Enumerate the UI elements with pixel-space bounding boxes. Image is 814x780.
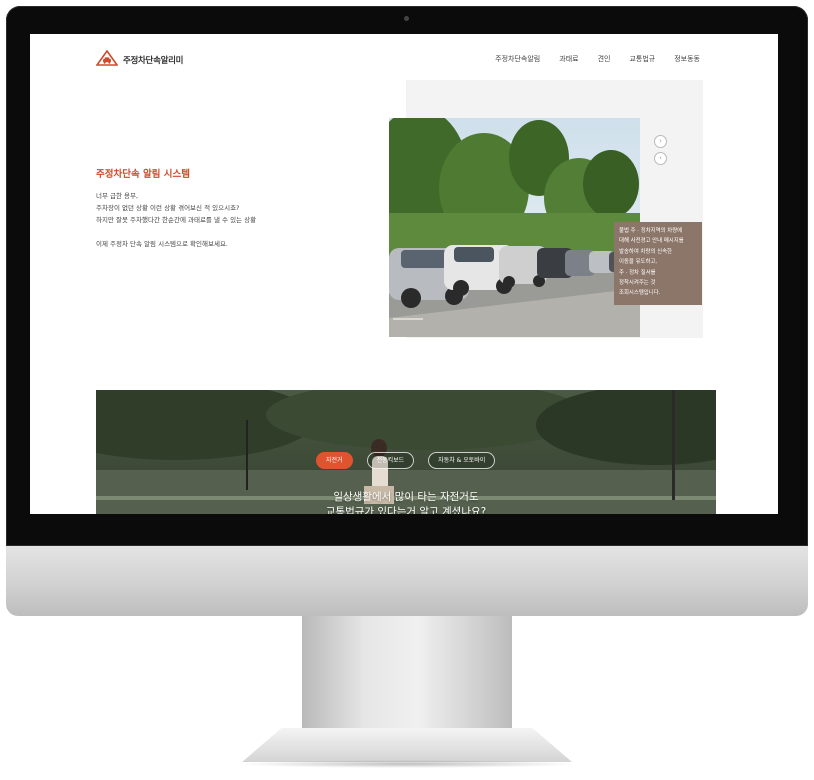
caption-line: 불법 주 · 정차지역의 차량에 bbox=[619, 228, 683, 234]
category-tabs: 자전거 전동킥보드 자동차 & 오토바이 bbox=[316, 452, 496, 469]
caption-line: 발송하여 차량의 신속한 bbox=[619, 248, 673, 255]
hero-line: 이제 주정차 단속 알림 시스템으로 확인해보세요. bbox=[96, 240, 228, 248]
caption-line: 정착시켜주는 것 bbox=[619, 280, 656, 287]
monitor-stand-neck bbox=[302, 616, 512, 734]
hero-line: 하지만 잘못 주차했다간 한순간에 과태료를 낼 수 있는 상황 bbox=[96, 216, 257, 224]
tab-bicycle[interactable]: 자전거 bbox=[316, 452, 353, 469]
banner-headline-line: 일상생활에서 많이 타는 자전거도 bbox=[333, 491, 479, 503]
stand-shadow bbox=[236, 760, 578, 768]
category-banner: 자전거 전동킥보드 자동차 & 오토바이 일상생활에서 많이 타는 자전거도 교… bbox=[96, 390, 716, 514]
parked-cars-photo bbox=[389, 118, 640, 337]
nav-item-traffic-law[interactable]: 교통법규 bbox=[629, 54, 655, 64]
site-logo[interactable]: 주정차단속알리미 bbox=[95, 49, 184, 70]
nav-item-info[interactable]: 정보동동 bbox=[674, 54, 700, 64]
nav-item-parking-alert[interactable]: 주정차단속알림 bbox=[495, 54, 540, 64]
nav-item-towing[interactable]: 견인 bbox=[598, 54, 611, 64]
main-nav: 주정차단속알림 과태료 견인 교통법규 정보동동 bbox=[495, 54, 700, 64]
monitor-chin bbox=[6, 546, 808, 616]
hero-line: 주차장이 없던 상황 이런 상황 겪어보신 적 있으시죠? bbox=[96, 204, 240, 212]
caption-line: 대해 사전경고 안내 메시지를 bbox=[619, 238, 684, 245]
chevron-left-circle-icon[interactable]: ‹ bbox=[654, 152, 667, 165]
slider-caption: 불법 주 · 정차지역의 차량에 대해 사전경고 안내 메시지를 발송하여 차량… bbox=[614, 222, 702, 305]
nav-item-fine[interactable]: 과태료 bbox=[559, 54, 578, 64]
monitor-stand-foot bbox=[242, 728, 572, 762]
hero-title: 주정차단속 알림 시스템 bbox=[96, 169, 191, 180]
logo-text: 주정차단속알리미 bbox=[123, 56, 184, 66]
hero-line: 너무 급한 용무, bbox=[96, 192, 139, 200]
tab-car-motorcycle[interactable]: 자동차 & 오토바이 bbox=[428, 452, 496, 469]
caption-line: 이동을 유도하고, bbox=[619, 259, 658, 266]
tab-electric-kickboard[interactable]: 전동킥보드 bbox=[366, 452, 415, 469]
banner-headline: 일상생활에서 많이 타는 자전거도 교통법규가 있다는거 알고 계셨나요? bbox=[96, 490, 716, 514]
chevron-right-circle-icon[interactable]: › bbox=[654, 135, 667, 148]
camera-icon bbox=[404, 16, 409, 21]
warning-triangle-car-icon bbox=[95, 49, 119, 70]
hero-line-blank bbox=[96, 226, 256, 238]
banner-headline-line: 교통법규가 있다는거 알고 계셨나요? bbox=[325, 506, 487, 514]
hero-description: 너무 급한 용무, 주차장이 없던 상황 이런 상황 겪어보신 적 있으시죠? … bbox=[96, 190, 256, 250]
caption-line: 주 · 정차 질서를 bbox=[619, 269, 656, 276]
caption-line: 조회시스템입니다. bbox=[619, 290, 661, 297]
website-screen: 주정차단속알리미 주정차단속알림 과태료 견인 교통법규 정보동동 주정차단속 … bbox=[30, 34, 778, 514]
